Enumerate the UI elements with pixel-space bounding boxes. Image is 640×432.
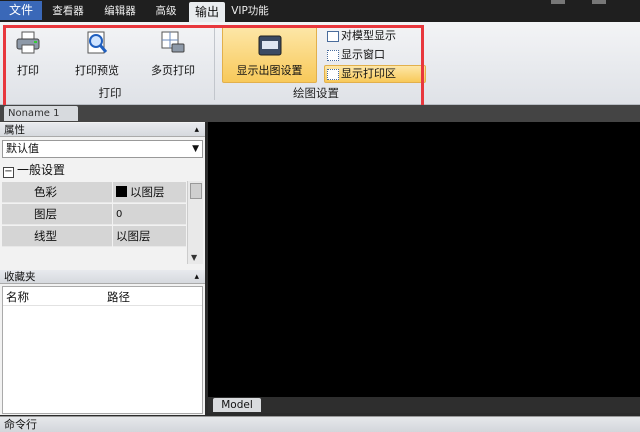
- favorites-title: 收藏夹: [4, 271, 36, 283]
- property-value: 0: [116, 209, 123, 220]
- menu-viewer[interactable]: 查看器: [46, 3, 90, 20]
- highlight-box: [3, 25, 424, 111]
- favorites-header: 收藏夹 ▴: [0, 270, 205, 284]
- properties-combo[interactable]: 默认值 ▼: [2, 140, 203, 158]
- command-line-label: 命令行: [4, 418, 37, 431]
- header-divider: [3, 305, 202, 306]
- model-tab[interactable]: Model: [213, 398, 261, 412]
- chevron-down-icon[interactable]: ▼: [192, 141, 199, 157]
- section-title: 一般设置: [17, 163, 66, 177]
- menu-file[interactable]: 文件: [0, 1, 42, 20]
- scroll-down-icon[interactable]: ▼: [191, 253, 197, 262]
- command-line[interactable]: 命令行: [0, 416, 640, 432]
- column-name[interactable]: 名称: [6, 289, 29, 305]
- menu-advanced[interactable]: 高级: [150, 3, 182, 20]
- maximize-icon[interactable]: [592, 0, 606, 4]
- minimize-icon[interactable]: [551, 0, 565, 4]
- layout-tab-bar: [208, 397, 640, 413]
- property-key: 线型: [34, 229, 57, 243]
- color-swatch: [116, 186, 127, 197]
- property-key: 图层: [34, 207, 57, 221]
- pin-icon[interactable]: ▴: [194, 270, 199, 284]
- property-key: 色彩: [34, 185, 57, 199]
- menu-vip[interactable]: VIP功能: [229, 3, 271, 20]
- properties-scrollbar[interactable]: ▼: [187, 181, 203, 264]
- collapse-icon[interactable]: −: [3, 167, 14, 178]
- properties-title: 属性: [4, 124, 25, 136]
- property-value: 以图层: [116, 229, 151, 243]
- drawing-canvas[interactable]: [208, 122, 640, 411]
- property-row[interactable]: 线型 以图层: [2, 226, 186, 247]
- section-general[interactable]: − 一般设置: [2, 160, 186, 181]
- property-value: 以图层: [130, 185, 165, 199]
- scroll-thumb[interactable]: [190, 183, 202, 199]
- menu-editor[interactable]: 编辑器: [98, 3, 142, 20]
- menu-bar: 文件 查看器 编辑器 高级 输出 VIP功能: [0, 0, 640, 22]
- property-row[interactable]: 色彩 以图层: [2, 182, 186, 203]
- property-row[interactable]: 图层 0: [2, 204, 186, 225]
- document-tab[interactable]: Noname 1: [4, 106, 78, 121]
- menu-output[interactable]: 输出: [189, 2, 225, 22]
- column-path[interactable]: 路径: [107, 289, 130, 305]
- document-tab-strip: [0, 105, 640, 122]
- combo-value: 默认值: [6, 142, 39, 155]
- favorites-list[interactable]: 名称 路径: [2, 286, 203, 414]
- pin-icon[interactable]: ▴: [194, 123, 199, 137]
- properties-header: 属性 ▴: [0, 123, 205, 137]
